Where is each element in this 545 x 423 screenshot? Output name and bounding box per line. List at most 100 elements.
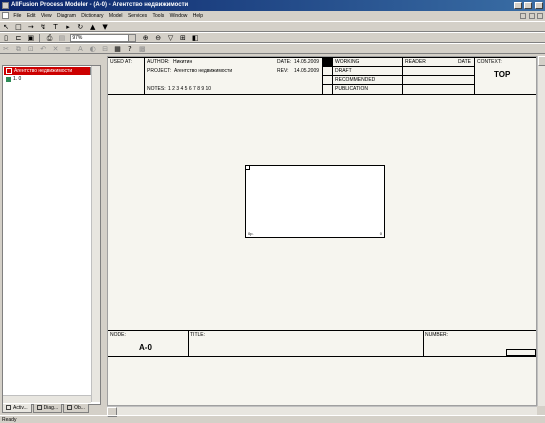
context-value: TOP [494, 70, 511, 79]
shadow-icon[interactable]: ▩ [138, 45, 146, 53]
status-row-line [322, 84, 474, 85]
diagrams-tab-icon [36, 405, 42, 411]
menu-diagram[interactable]: Diagram [55, 11, 78, 21]
tree-root-item[interactable]: Агентство недвижимости [4, 67, 98, 75]
minimize-icon[interactable] [513, 2, 522, 9]
font-icon[interactable]: A [76, 45, 84, 53]
diagram-canvas[interactable]: USED AT: AUTHOR: Никитин DATE: 14.05.200… [107, 56, 537, 406]
project-label: PROJECT: [147, 68, 172, 74]
arrow-tool-icon[interactable]: → [27, 23, 35, 31]
rev-value: 14.05.2009 [294, 68, 320, 74]
menu-window[interactable]: Window [168, 11, 190, 21]
tab-objects-label: Ob... [74, 405, 85, 411]
menu-services[interactable]: Services [126, 11, 149, 21]
model-icon [6, 68, 12, 74]
copy-icon[interactable]: ⧉ [14, 45, 22, 53]
status-draft: DRAFT [335, 68, 352, 74]
tab-activities-label: Activ... [13, 405, 28, 411]
pointer-tool-icon[interactable]: ↖ [2, 23, 10, 31]
node-value: A-0 [139, 343, 152, 352]
menu-model[interactable]: Model [107, 11, 125, 21]
delete-icon[interactable]: ✕ [52, 45, 60, 53]
go-up-icon[interactable]: ▲ [89, 23, 97, 31]
canvas-vertical-scrollbar[interactable] [537, 56, 545, 406]
menu-dictionary[interactable]: Dictionary [79, 11, 105, 21]
title-bar: AllFusion Process Modeler - (A-0) - Аген… [0, 0, 545, 11]
window-title: AllFusion Process Modeler - (A-0) - Аген… [11, 2, 189, 8]
properties-icon[interactable]: ≡ [64, 45, 72, 53]
text-tool-icon[interactable]: T [52, 23, 60, 31]
close-icon[interactable] [535, 2, 543, 9]
menu-tools[interactable]: Tools [151, 11, 167, 21]
divider [144, 57, 145, 94]
tab-activities[interactable]: Activ... [2, 404, 32, 413]
reader-label: READER [405, 59, 426, 65]
menu-help[interactable]: Help [191, 11, 205, 21]
menu-edit[interactable]: Edit [25, 11, 38, 21]
status-row-line [322, 75, 474, 76]
color-icon[interactable]: ◐ [89, 45, 97, 53]
save-icon[interactable]: ▣ [27, 34, 35, 42]
notes-label: NOTES: [147, 86, 166, 92]
tab-objects[interactable]: Ob... [63, 404, 89, 413]
model-explorer-panel: Агентство недвижимости 1. 0 [2, 65, 101, 405]
window-controls [513, 2, 543, 9]
paste-icon[interactable]: ⊡ [27, 45, 35, 53]
doc-minimize-icon[interactable] [520, 13, 527, 19]
doc-close-icon[interactable] [537, 13, 543, 19]
print-icon[interactable]: ⎙ [46, 34, 54, 42]
divider [188, 330, 189, 356]
activities-tab-icon [6, 405, 11, 411]
doc-restore-icon[interactable] [528, 13, 535, 19]
color-palette-icon[interactable]: ▦ [114, 45, 122, 53]
activity-box[interactable]: 0p. 0 [245, 165, 385, 238]
off-page-reference-icon[interactable]: ↻ [76, 23, 84, 31]
context-label: CONTEXT: [477, 59, 502, 65]
tool-palette: ↖ □ → ↯ T ▸ ↻ ▲ ▼ [0, 21, 545, 32]
cut-icon[interactable]: ✂ [2, 45, 10, 53]
author-value: Никитин [173, 59, 193, 65]
model-mart-icon[interactable]: ▽ [167, 34, 175, 42]
explorer-horizontal-scrollbar[interactable] [3, 395, 91, 403]
activity-number: 0 [379, 231, 382, 236]
app-window: AllFusion Process Modeler - (A-0) - Аген… [0, 0, 545, 423]
date-value: 14.05.2009 [294, 59, 320, 65]
rev-label: REV: [277, 68, 289, 74]
number-page-box [506, 349, 536, 356]
status-working: WORKING [335, 59, 360, 65]
divider [423, 330, 424, 356]
zoom-out-icon[interactable]: ⊖ [154, 34, 162, 42]
junction-tool-icon[interactable]: ▸ [64, 23, 72, 31]
align-icon[interactable]: ⊟ [101, 45, 109, 53]
tree-child-item[interactable]: 1. 0 [6, 76, 21, 83]
document-icon[interactable] [2, 12, 9, 20]
standard-toolbar: ▯ ⊏ ▣ ⎙ ▤ 97% ⊕ ⊖ ▽ ⊞ ◧ [0, 32, 545, 43]
notes-value: 1 2 3 4 5 6 7 8 9 10 [168, 86, 212, 92]
menu-bar: File Edit View Diagram Dictionary Model … [0, 11, 545, 21]
zoom-in-icon[interactable]: ⊕ [142, 34, 150, 42]
open-icon[interactable]: ⊏ [14, 34, 22, 42]
menu-file[interactable]: File [11, 11, 23, 21]
activity-icon [6, 77, 11, 82]
diagram-navigator-icon[interactable]: ◧ [191, 34, 199, 42]
go-down-icon[interactable]: ▼ [101, 23, 109, 31]
explorer-vertical-scrollbar[interactable] [91, 66, 100, 402]
undo-icon[interactable]: ↶ [39, 45, 47, 53]
status-text: Ready [2, 417, 17, 423]
number-label: NUMBER: [425, 332, 449, 338]
activity-box-tool-icon[interactable]: □ [14, 23, 22, 31]
activity-cost: 0p. [248, 231, 254, 236]
canvas-horizontal-scrollbar[interactable] [107, 406, 537, 417]
tab-diagrams-label: Diag... [43, 405, 59, 411]
squiggle-tool-icon[interactable]: ↯ [39, 23, 47, 31]
new-icon[interactable]: ▯ [2, 34, 10, 42]
report-icon[interactable]: ▤ [58, 34, 66, 42]
separator [39, 34, 41, 42]
zoom-select[interactable]: 97% [70, 34, 137, 42]
model-explorer-icon[interactable]: ⊞ [179, 34, 187, 42]
tab-diagrams[interactable]: Diag... [32, 404, 63, 413]
project-value: Агентство недвижимости [174, 68, 233, 74]
menu-view[interactable]: View [39, 11, 54, 21]
help-pointer-icon[interactable]: ? [126, 45, 134, 53]
maximize-icon[interactable] [524, 2, 533, 9]
